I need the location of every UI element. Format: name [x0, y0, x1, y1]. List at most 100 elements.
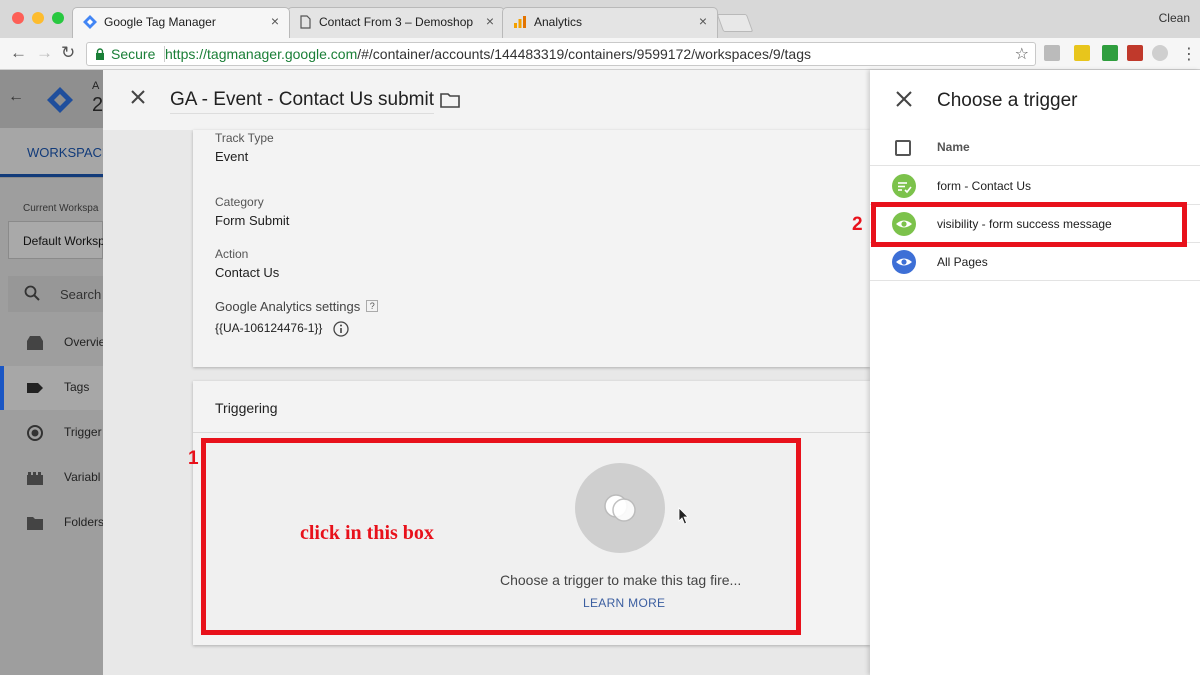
- analytics-favicon-icon: [514, 16, 526, 28]
- window-close-button[interactable]: [12, 12, 24, 24]
- sidebar-item-label: Trigger: [64, 425, 102, 439]
- browser-tab-demoshop[interactable]: Contact From 3 – Demoshop ×: [287, 7, 505, 38]
- sidebar-item-variables[interactable]: Variabl: [0, 456, 103, 500]
- track-type-value: Event: [215, 149, 249, 164]
- trigger-row-all-pages[interactable]: All Pages: [870, 243, 1200, 281]
- annotation-box-2: [871, 202, 1187, 247]
- new-tab-button[interactable]: [716, 14, 754, 32]
- back-arrow-icon[interactable]: ←: [10, 43, 27, 63]
- tag-editor-header: GA - Event - Contact Us submit: [103, 70, 870, 130]
- annotation-number-2: 2: [852, 214, 863, 235]
- reload-icon[interactable]: ↻: [61, 43, 75, 63]
- back-arrow-icon[interactable]: ←: [8, 88, 24, 106]
- category-value: Form Submit: [215, 213, 290, 228]
- tag-name-field[interactable]: GA - Event - Contact Us submit: [170, 89, 434, 114]
- ga-settings-label: Google Analytics settings?: [215, 299, 379, 314]
- overview-icon: [27, 336, 43, 350]
- gtm-sidebar: ← A 2 WORKSPACE Current Workspa Default …: [0, 70, 111, 675]
- annotation-number-1: 1: [188, 448, 199, 469]
- tab-close-icon[interactable]: ×: [699, 13, 707, 29]
- url-path: /#/container/accounts/144483319/containe…: [357, 46, 811, 62]
- column-header-name[interactable]: Name: [937, 140, 970, 154]
- trigger-name: form - Contact Us: [937, 179, 1032, 193]
- extension-code-icon[interactable]: [1044, 45, 1060, 61]
- annotation-box-1: [201, 438, 801, 635]
- account-name: A: [92, 80, 100, 92]
- ga-settings-value: {{UA-106124476-1}}: [215, 321, 323, 335]
- close-icon[interactable]: [127, 86, 149, 108]
- tab-close-icon[interactable]: ×: [486, 13, 494, 29]
- ga-settings-label-text: Google Analytics settings: [215, 299, 361, 314]
- profile-label[interactable]: Clean: [1159, 11, 1190, 25]
- extension-tag-icon[interactable]: [1074, 45, 1090, 61]
- workspace-selector[interactable]: Default Worksp: [8, 221, 105, 259]
- folder-icon[interactable]: [440, 92, 460, 108]
- window-zoom-button[interactable]: [52, 12, 64, 24]
- secure-label: Secure: [111, 46, 156, 62]
- tag-icon: [27, 383, 43, 393]
- window-minimize-button[interactable]: [32, 12, 44, 24]
- container-name: 2: [92, 94, 104, 116]
- url-text: https://tagmanager.google.com/#/containe…: [165, 46, 811, 62]
- sidebar-item-label: Tags: [64, 380, 90, 394]
- extension-on-icon[interactable]: [1102, 45, 1118, 61]
- forward-arrow-icon[interactable]: →: [36, 43, 53, 63]
- panel-title: Choose a trigger: [937, 90, 1078, 111]
- eye-icon: [892, 250, 916, 274]
- divider: [193, 432, 870, 433]
- variable-icon: [27, 472, 43, 485]
- tab-workspace-label: WORKSPACE: [27, 145, 111, 160]
- gtm-logo-icon: [47, 87, 73, 113]
- tab-workspace[interactable]: WORKSPACE: [0, 128, 111, 178]
- sidebar-item-overview[interactable]: Overvie: [0, 321, 106, 365]
- trigger-name: All Pages: [937, 255, 988, 269]
- workspace-name: Default Worksp: [23, 234, 105, 248]
- browser-tab-gtm[interactable]: Google Tag Manager ×: [72, 7, 290, 38]
- lock-icon: [96, 48, 104, 60]
- extension-flag-icon[interactable]: [1127, 45, 1143, 61]
- extension-ghost-icon[interactable]: [1152, 45, 1168, 61]
- browser-toolbar: ← → ↻ Secure https://tagmanager.google.c…: [0, 38, 1200, 70]
- sidebar-item-triggers[interactable]: Trigger: [0, 411, 103, 455]
- search-icon: [24, 285, 40, 301]
- tab-title: Analytics: [534, 15, 583, 29]
- close-icon[interactable]: [895, 90, 913, 108]
- page-icon: [300, 15, 311, 29]
- tab-title: Contact From 3 – Demoshop: [319, 15, 474, 29]
- bookmark-star-icon[interactable]: ☆: [1015, 44, 1029, 64]
- trigger-list-header: Name: [870, 128, 1200, 166]
- sidebar-item-label: Folders: [64, 515, 105, 529]
- sidebar-item-folders[interactable]: Folders: [0, 501, 105, 545]
- annotation-instruction: click in this box: [300, 522, 434, 544]
- tab-close-icon[interactable]: ×: [271, 13, 279, 29]
- tab-title: Google Tag Manager: [104, 15, 216, 29]
- search-label: Search: [60, 287, 102, 302]
- browser-menu-icon[interactable]: ⋮: [1181, 44, 1197, 64]
- browser-tab-bar: Google Tag Manager × Contact From 3 – De…: [0, 0, 1200, 38]
- current-workspace-label: Current Workspa: [23, 203, 99, 214]
- tag-configuration-card[interactable]: Track Type Event Category Form Submit Ac…: [193, 130, 870, 367]
- url-host: https://tagmanager.google.com: [165, 46, 358, 62]
- sidebar-search[interactable]: Search: [8, 276, 103, 312]
- category-label: Category: [215, 195, 264, 209]
- trigger-row-form-contact-us[interactable]: form - Contact Us: [870, 167, 1200, 205]
- choose-trigger-panel: Choose a trigger Name form - Contact Us …: [870, 70, 1200, 675]
- gtm-favicon-icon: [83, 15, 97, 29]
- trigger-icon: [27, 425, 43, 441]
- triggering-heading: Triggering: [215, 400, 278, 416]
- tab-underline: [0, 174, 103, 177]
- sidebar-item-label: Variabl: [64, 470, 101, 484]
- selected-indicator: [0, 366, 4, 410]
- sidebar-item-tags[interactable]: Tags: [0, 366, 103, 410]
- action-label: Action: [215, 247, 249, 261]
- info-icon[interactable]: [333, 321, 349, 337]
- browser-tab-analytics[interactable]: Analytics ×: [502, 7, 718, 38]
- help-icon[interactable]: ?: [366, 300, 379, 312]
- form-submit-icon: [892, 174, 916, 198]
- folder-icon: [27, 517, 43, 530]
- sidebar-item-label: Overvie: [64, 335, 106, 349]
- address-bar[interactable]: Secure https://tagmanager.google.com/#/c…: [86, 42, 1036, 66]
- mouse-cursor-icon: [678, 507, 689, 525]
- select-all-checkbox[interactable]: [895, 140, 911, 156]
- track-type-label: Track Type: [215, 131, 274, 145]
